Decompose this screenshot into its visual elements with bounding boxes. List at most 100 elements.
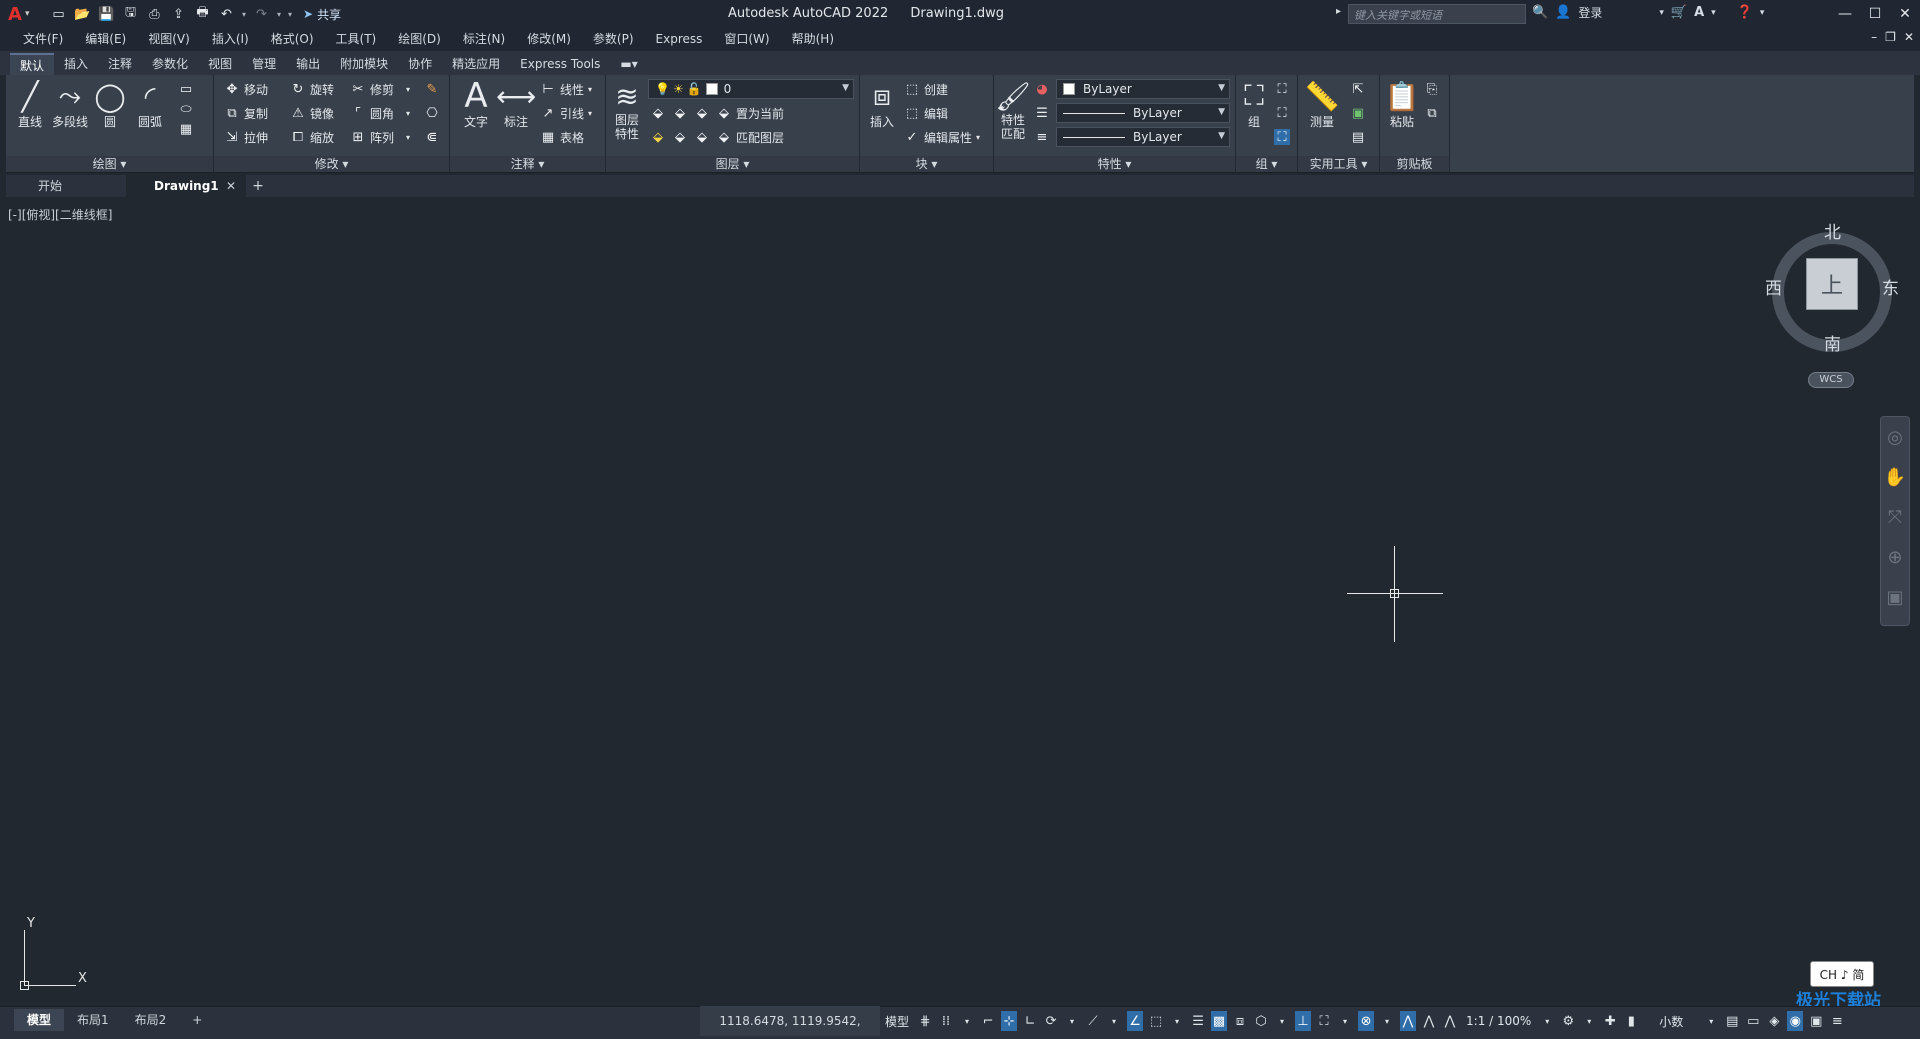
undo-dropdown-icon[interactable]: ▾ bbox=[240, 10, 248, 19]
layout-tab-model[interactable]: 模型 bbox=[14, 1009, 65, 1031]
lineweight-toggle-icon[interactable]: ☰ bbox=[1190, 1011, 1206, 1031]
clean-screen-icon[interactable]: ▣ bbox=[1808, 1011, 1824, 1031]
close-button[interactable]: ✕ bbox=[1890, 0, 1920, 28]
panel-modify-label[interactable]: 修改 ▾ bbox=[214, 156, 449, 172]
explode-button[interactable]: ⎔ bbox=[424, 103, 440, 123]
boundary-button[interactable]: ▦ bbox=[178, 119, 194, 139]
linear-dropdown-icon[interactable]: ▾ bbox=[588, 85, 592, 94]
customize-qat-icon[interactable]: ▾ bbox=[286, 10, 294, 19]
ime-indicator[interactable]: CH ♪ 简 bbox=[1810, 961, 1874, 987]
color-dropdown[interactable]: ByLayer ▼ bbox=[1056, 79, 1230, 99]
move-button[interactable]: ✥ 移动 bbox=[224, 79, 268, 99]
pan-icon[interactable]: ✋ bbox=[1881, 457, 1909, 497]
menu-help[interactable]: 帮助(H) bbox=[781, 28, 845, 50]
panel-utilities-label[interactable]: 实用工具 ▾ bbox=[1298, 156, 1379, 172]
edit-attributes-button[interactable]: ✓ 编辑属性 ▾ bbox=[904, 127, 980, 147]
selection-cycling-icon[interactable]: ⧈ bbox=[1232, 1011, 1248, 1031]
text-button[interactable]: A 文字 bbox=[456, 76, 496, 130]
array-button[interactable]: ⊞ 阵列 ▾ bbox=[350, 127, 410, 147]
dimension-button[interactable]: ⟷ 标注 bbox=[496, 79, 536, 130]
edit-attributes-dropdown-icon[interactable]: ▾ bbox=[976, 133, 980, 142]
app-logo-icon[interactable]: A ▾ bbox=[8, 3, 34, 25]
linetype-dropdown[interactable]: ByLayer ▼ bbox=[1056, 127, 1230, 147]
menu-draw[interactable]: 绘图(D) bbox=[387, 28, 452, 50]
layout-tab-layout2[interactable]: 布局2 bbox=[122, 1009, 180, 1031]
tab-output[interactable]: 输出 bbox=[286, 53, 330, 75]
viewport-controls-label[interactable]: [-][俯视][二维线框] bbox=[8, 206, 112, 223]
isolate-objects-icon[interactable]: ◈ bbox=[1766, 1011, 1782, 1031]
object-color-icon-wrap[interactable]: ◕ bbox=[1034, 79, 1050, 99]
file-tab-drawing1[interactable]: Drawing1 ✕ bbox=[126, 175, 246, 197]
cart-icon[interactable]: 🛒 bbox=[1671, 5, 1687, 20]
workspace-gear-icon[interactable]: ⚙ bbox=[1560, 1011, 1576, 1031]
search-expand-icon[interactable]: ▸ bbox=[1336, 6, 1341, 17]
layer-unisolate-button[interactable]: ⬙ bbox=[672, 127, 688, 147]
panel-block-label[interactable]: 块 ▾ bbox=[860, 156, 993, 172]
add-layout-button[interactable]: + bbox=[179, 1009, 215, 1031]
tab-parametric[interactable]: 参数化 bbox=[142, 53, 198, 75]
tab-default[interactable]: 默认 bbox=[10, 53, 55, 75]
copy-clip-button[interactable]: ⧉ bbox=[1424, 103, 1440, 123]
stretch-button[interactable]: ⇲ 拉伸 bbox=[224, 127, 268, 147]
tab-addins[interactable]: 附加模块 bbox=[330, 53, 398, 75]
model-space-toggle[interactable]: 模型 bbox=[882, 1011, 912, 1031]
hatch-button[interactable]: ⬭ bbox=[178, 99, 194, 119]
group-button[interactable]: ⛶ 组 bbox=[1238, 79, 1270, 130]
leader-button[interactable]: ↗ 引线 ▾ bbox=[540, 103, 592, 123]
leader-dropdown-icon[interactable]: ▾ bbox=[588, 109, 592, 118]
menu-insert[interactable]: 插入(I) bbox=[201, 28, 260, 50]
insert-block-button[interactable]: ⧈ 插入 bbox=[862, 79, 902, 130]
open-icon[interactable]: 📂 bbox=[72, 4, 93, 24]
tab-collaborate[interactable]: 协作 bbox=[398, 53, 442, 75]
annotation-scale-value[interactable]: 1:1 / 100% bbox=[1463, 1011, 1534, 1031]
panel-annotation-label[interactable]: 注释 ▾ bbox=[450, 156, 605, 172]
wcs-menu-button[interactable]: WCS bbox=[1808, 372, 1854, 388]
ribbon-display-toggle-icon[interactable]: ▬▾ bbox=[610, 53, 647, 75]
save-as-icon[interactable]: 🖫 bbox=[120, 4, 141, 24]
annotation-scale-icon[interactable]: ⋀ bbox=[1442, 1011, 1458, 1031]
offset-button[interactable]: ⋐ bbox=[424, 127, 440, 147]
group-select-button[interactable]: ⛶ bbox=[1274, 127, 1290, 147]
layer-dropdown[interactable]: 💡 ☀ 🔓 0 ▼ bbox=[648, 79, 854, 99]
menu-express[interactable]: Express bbox=[645, 28, 714, 50]
linear-button[interactable]: ⊢ 线性 ▾ bbox=[540, 79, 592, 99]
infer-constraints-icon[interactable]: ⌐ bbox=[980, 1011, 996, 1031]
gizmo-dropdown-icon[interactable]: ▾ bbox=[1379, 1011, 1395, 1031]
app-dropdown-icon[interactable]: ▾ bbox=[1711, 8, 1716, 18]
doc-close-button[interactable]: ✕ bbox=[1904, 30, 1914, 44]
annotation-visibility-icon[interactable]: ⋀ bbox=[1400, 1011, 1417, 1031]
paste-button[interactable]: 📋 粘贴 bbox=[1384, 79, 1420, 130]
scale-button[interactable]: ⧠ 缩放 bbox=[290, 127, 334, 147]
lineweight-icon-wrap[interactable]: ☰ bbox=[1034, 103, 1050, 123]
tab-featured-apps[interactable]: 精选应用 bbox=[442, 53, 510, 75]
viewcube-south[interactable]: 南 bbox=[1824, 330, 1841, 355]
cut-button[interactable]: ⎘ bbox=[1424, 79, 1440, 99]
menu-edit[interactable]: 编辑(E) bbox=[74, 28, 137, 50]
3d-osnap-icon[interactable]: ⬡ bbox=[1253, 1011, 1269, 1031]
annotation-monitor-icon[interactable]: ✚ bbox=[1602, 1011, 1618, 1031]
quick-select-button[interactable]: ⇱ bbox=[1350, 79, 1366, 99]
fillet-button[interactable]: ⌜ 圆角 ▾ bbox=[350, 103, 410, 123]
tab-view[interactable]: 视图 bbox=[198, 53, 242, 75]
orbit-icon[interactable]: ⊕ bbox=[1881, 537, 1909, 577]
selection-filter-dropdown-icon[interactable]: ▾ bbox=[1337, 1011, 1353, 1031]
set-current-button[interactable]: ⬙ 置为当前 bbox=[716, 103, 784, 123]
units-value[interactable]: 小数 bbox=[1644, 1011, 1698, 1031]
layer-off-button[interactable]: ⬙ bbox=[650, 103, 666, 123]
viewcube[interactable]: 上 北 南 西 东 bbox=[1762, 218, 1902, 358]
transparency-icon[interactable]: ▩ bbox=[1211, 1011, 1228, 1031]
array-dropdown-icon[interactable]: ▾ bbox=[406, 133, 410, 142]
hardware-acceleration-icon[interactable]: ◉ bbox=[1787, 1011, 1804, 1031]
layer-properties-button[interactable]: ≋ 图层 特性 bbox=[608, 79, 646, 142]
plot-icon[interactable]: 🖶 bbox=[192, 4, 213, 24]
save-web-icon[interactable]: ⇪ bbox=[168, 4, 189, 24]
menu-parametric[interactable]: 参数(P) bbox=[582, 28, 645, 50]
edit-block-button[interactable]: ⬚ 编辑 bbox=[904, 103, 948, 123]
redo-dropdown-icon[interactable]: ▾ bbox=[275, 10, 283, 19]
customize-status-icon[interactable]: ≡ bbox=[1829, 1011, 1845, 1031]
linetype-icon-wrap[interactable]: ≡ bbox=[1034, 127, 1050, 147]
user-icon[interactable]: 👤 bbox=[1555, 5, 1571, 20]
tab-manage[interactable]: 管理 bbox=[242, 53, 286, 75]
doc-minimize-button[interactable]: – bbox=[1871, 30, 1877, 44]
3d-osnap-dropdown-icon[interactable]: ▾ bbox=[1274, 1011, 1290, 1031]
